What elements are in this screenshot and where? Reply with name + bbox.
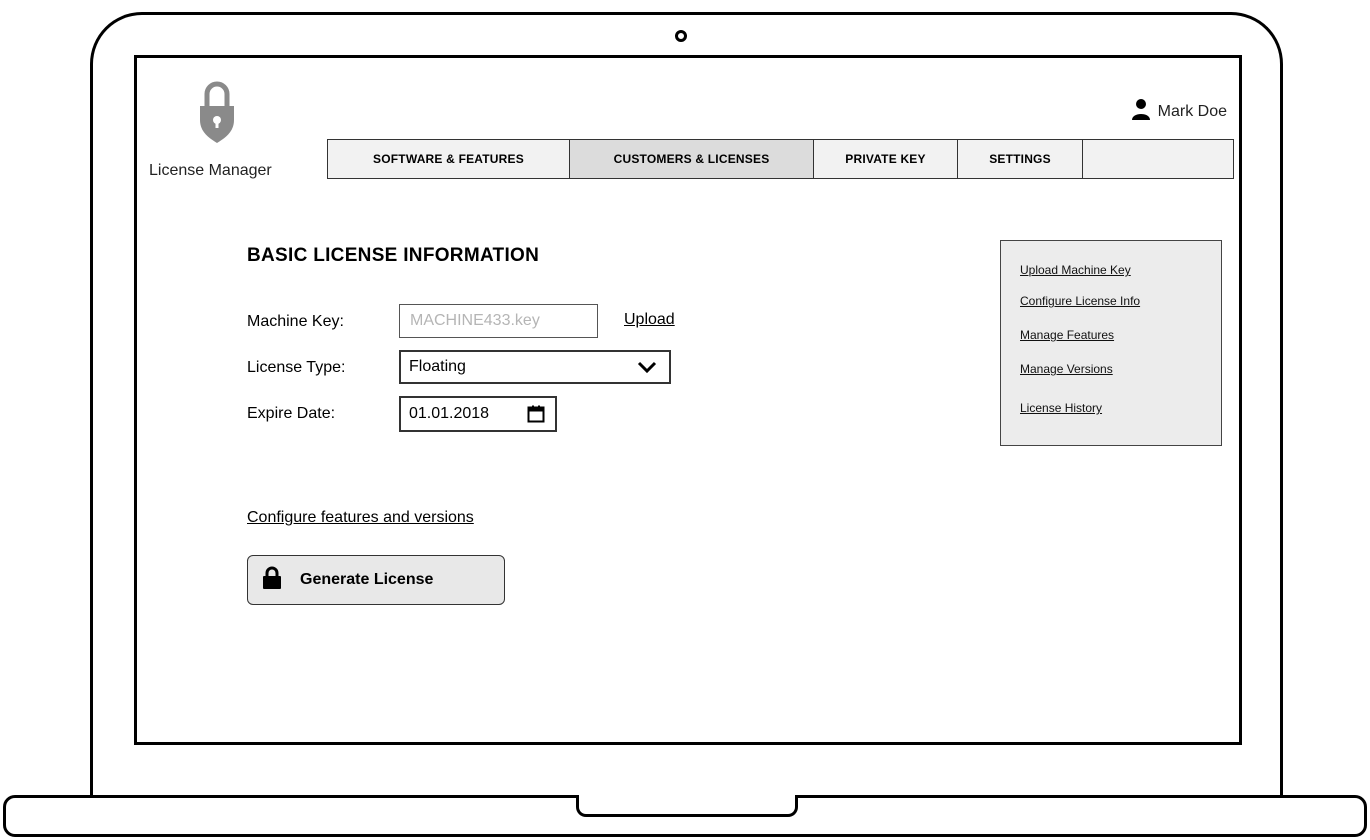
shield-lock-icon xyxy=(197,80,237,149)
app-screen: License Manager Mark Doe SOFTWARE & FEAT… xyxy=(134,55,1242,745)
license-type-value: Floating xyxy=(409,358,466,375)
machine-key-label: Machine Key: xyxy=(247,313,344,330)
tab-empty[interactable] xyxy=(1083,139,1234,179)
tab-software-features[interactable]: SOFTWARE & FEATURES xyxy=(327,139,570,179)
generate-license-button[interactable]: Generate License xyxy=(247,555,505,605)
machine-key-input[interactable]: MACHINE433.key xyxy=(399,304,598,338)
user-menu[interactable]: Mark Doe xyxy=(1130,98,1227,125)
user-name: Mark Doe xyxy=(1157,102,1227,120)
tab-customers-licenses[interactable]: CUSTOMERS & LICENSES xyxy=(570,139,814,179)
upload-link[interactable]: Upload xyxy=(624,311,675,329)
tab-private-key[interactable]: PRIVATE KEY xyxy=(814,139,958,179)
license-type-select[interactable]: Floating xyxy=(399,350,671,384)
user-icon xyxy=(1130,98,1152,125)
side-link-upload-machine-key[interactable]: Upload Machine Key xyxy=(1020,263,1131,277)
side-link-manage-features[interactable]: Manage Features xyxy=(1020,328,1114,342)
expire-date-label: Expire Date: xyxy=(247,405,336,422)
laptop-notch xyxy=(576,795,798,817)
section-title: BASIC LICENSE INFORMATION xyxy=(247,245,540,266)
expire-date-field[interactable]: 01.01.2018 xyxy=(399,396,557,432)
expire-date-value: 01.01.2018 xyxy=(409,405,490,422)
lock-icon xyxy=(262,566,282,595)
side-panel: Upload Machine Key Configure License Inf… xyxy=(1000,240,1222,446)
side-link-configure-license-info[interactable]: Configure License Info xyxy=(1020,294,1140,308)
side-link-manage-versions[interactable]: Manage Versions xyxy=(1020,362,1113,376)
camera-icon xyxy=(675,30,687,42)
app-title: License Manager xyxy=(149,162,272,179)
license-type-label: License Type: xyxy=(247,359,346,376)
machine-key-placeholder: MACHINE433.key xyxy=(410,312,540,329)
chevron-down-icon xyxy=(637,360,657,379)
generate-license-label: Generate License xyxy=(300,571,434,588)
configure-features-link[interactable]: Configure features and versions xyxy=(247,509,474,527)
side-link-license-history[interactable]: License History xyxy=(1020,401,1102,415)
tab-settings[interactable]: SETTINGS xyxy=(958,139,1083,179)
main-nav: SOFTWARE & FEATURES CUSTOMERS & LICENSES… xyxy=(327,139,1234,179)
calendar-icon[interactable] xyxy=(527,405,545,428)
